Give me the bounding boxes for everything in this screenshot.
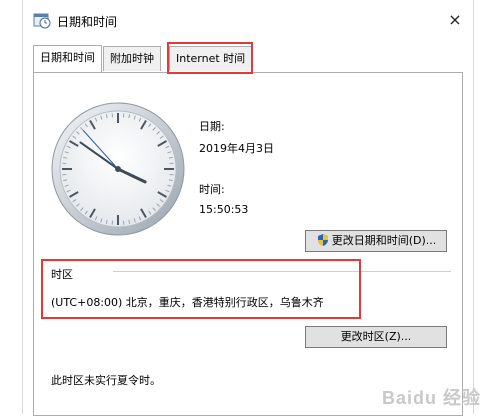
watermark: Baidu 经验 [382,384,481,410]
close-button[interactable]: × [445,10,465,30]
time-label: 时间: [199,181,225,197]
change-timezone-button[interactable]: 更改时区(Z)... [305,326,447,348]
timezone-value: (UTC+08:00) 北京，重庆，香港特别行政区，乌鲁木齐 [51,294,324,310]
time-value: 15:50:53 [199,203,248,216]
uac-shield-icon [316,233,330,247]
date-time-dialog: 日期和时间 × 日期和时间 附加时钟 Internet 时间 日期: 2019年… [22,0,474,414]
tab-additional-clocks[interactable]: 附加时钟 [103,46,161,71]
change-date-time-button[interactable]: 更改日期和时间(D)... [305,230,447,252]
tab-date-and-time[interactable]: 日期和时间 [33,45,102,72]
clock-center [115,166,121,172]
change-date-time-label: 更改日期和时间(D)... [332,234,437,247]
date-value: 2019年4月3日 [199,140,274,156]
dst-note: 此时区未实行夏令时。 [51,372,161,388]
date-time-icon [33,11,51,29]
date-label: 日期: [199,118,225,134]
timezone-divider [113,271,451,272]
analog-clock [49,100,187,238]
tab-internet-time[interactable]: Internet 时间 [169,46,252,71]
window-title: 日期和时间 [57,13,117,30]
timezone-section-label: 时区 [51,266,73,282]
title-bar: 日期和时间 × [23,0,473,40]
